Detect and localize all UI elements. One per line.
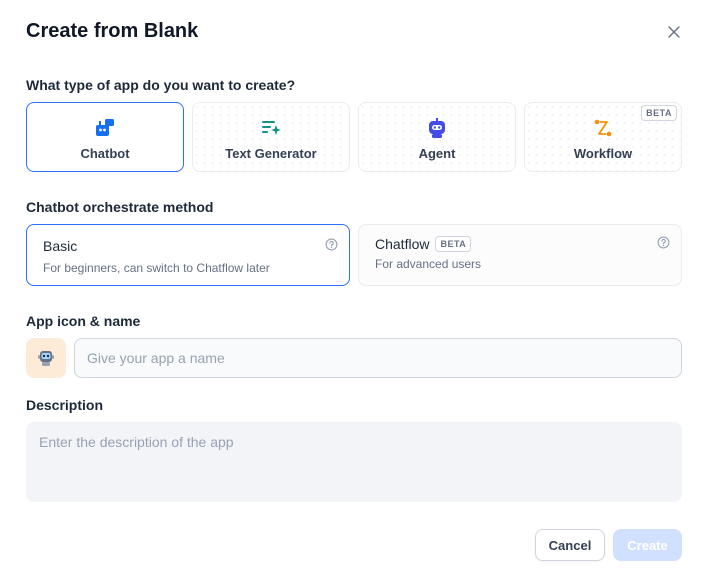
method-basic-title: Basic: [43, 238, 78, 254]
app-type-agent[interactable]: Agent: [358, 102, 516, 172]
close-icon: [668, 26, 680, 38]
help-icon[interactable]: [325, 238, 338, 251]
app-type-label-agent: Agent: [418, 146, 456, 161]
description-input[interactable]: [26, 422, 682, 502]
method-chatflow-title: Chatflow: [375, 236, 430, 252]
agent-icon: [429, 118, 445, 138]
app-type-chatbot[interactable]: Chatbot: [26, 102, 184, 172]
description-label: Description: [26, 397, 104, 413]
beta-badge: BETA: [435, 236, 472, 252]
app-type-label: What type of app do you want to create?: [26, 77, 296, 93]
app-type-label-text-generator: Text Generator: [225, 146, 317, 161]
dialog-title: Create from Blank: [26, 20, 199, 42]
method-chatflow-description: For advanced users: [375, 257, 482, 271]
create-button[interactable]: Create: [613, 529, 682, 561]
beta-badge: BETA: [641, 105, 677, 121]
method-basic-description: For beginners, can switch to Chatflow la…: [43, 261, 270, 275]
robot-icon: [38, 351, 54, 366]
method-basic[interactable]: Basic For beginners, can switch to Chatf…: [26, 224, 350, 286]
app-type-workflow[interactable]: Workflow BETA: [524, 102, 682, 172]
create-app-dialog: Create from Blank What type of app do yo…: [0, 0, 711, 584]
text-generator-icon: [262, 121, 281, 135]
orchestrate-label: Chatbot orchestrate method: [26, 199, 214, 215]
app-icon-name-label: App icon & name: [26, 313, 141, 329]
workflow-icon: [594, 119, 612, 137]
close-button[interactable]: [664, 22, 684, 42]
method-chatflow[interactable]: Chatflow BETA For advanced users: [358, 224, 682, 286]
app-name-input[interactable]: [74, 338, 682, 378]
help-icon[interactable]: [657, 236, 670, 249]
chatbot-icon: [96, 119, 114, 136]
app-type-label-workflow: Workflow: [573, 146, 633, 161]
app-icon-picker[interactable]: [26, 338, 66, 378]
cancel-button[interactable]: Cancel: [535, 529, 605, 561]
app-type-text-generator[interactable]: Text Generator: [192, 102, 350, 172]
app-type-label-chatbot: Chatbot: [80, 146, 130, 161]
